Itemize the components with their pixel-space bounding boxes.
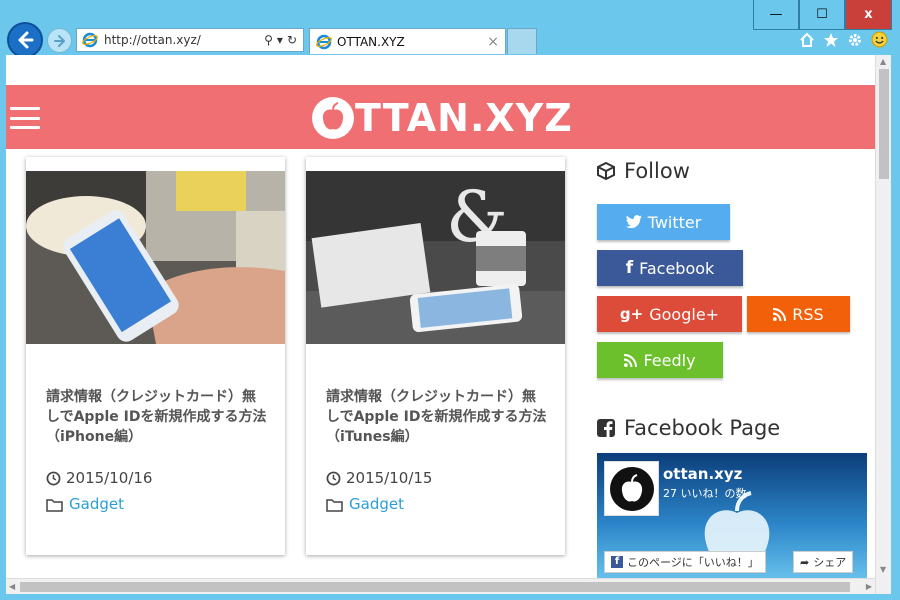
googleplus-button[interactable]: g+ Google+	[597, 296, 742, 332]
cube-icon	[597, 161, 615, 181]
ipad-desk-photo-image: &	[306, 171, 565, 344]
feedly-rss-icon	[624, 353, 638, 367]
apple-logo-icon	[312, 97, 354, 139]
googleplus-label: Google+	[649, 304, 720, 324]
folder-icon	[46, 498, 63, 512]
post-date-text: 2015/10/16	[66, 469, 153, 487]
facebook-page-widget[interactable]: ottan.xyz 27 いいね！の数 f このページに「いいね！」 ➦ シェア	[597, 453, 867, 583]
post-thumbnail-iphone[interactable]	[26, 171, 285, 344]
page-avatar[interactable]	[604, 461, 659, 516]
scroll-left-icon[interactable]: ◀	[9, 582, 15, 591]
post-title[interactable]: 請求情報（クレジットカード）無しでApple IDを新規作成する方法（iTune…	[326, 387, 548, 447]
clock-icon	[46, 471, 61, 485]
rss-button[interactable]: RSS	[747, 296, 850, 332]
facebook-page-heading: Facebook Page	[596, 416, 780, 440]
post-category[interactable]: Gadget	[46, 495, 124, 513]
close-window-button[interactable]: x	[845, 0, 892, 30]
back-arrow-icon	[18, 31, 34, 49]
vertical-scroll-thumb[interactable]	[879, 69, 889, 179]
forward-arrow-icon	[53, 34, 65, 47]
browser-toolbar	[799, 31, 888, 48]
like-page-button[interactable]: f このページに「いいね！」	[604, 551, 766, 573]
horizontal-scroll-thumb[interactable]	[20, 582, 850, 592]
follow-heading-text: Follow	[624, 159, 690, 183]
smiley-icon[interactable]	[871, 31, 888, 48]
gear-icon[interactable]	[847, 32, 863, 48]
page-viewport[interactable]: TTAN.XYZ 請求情報（クレジットカード）無しでApple IDを新規作成す	[6, 55, 891, 594]
scroll-up-icon[interactable]: ▲	[880, 57, 886, 66]
twitter-icon	[625, 215, 642, 229]
post-card[interactable]: 請求情報（クレジットカード）無しでApple IDを新規作成する方法（iPhon…	[26, 157, 285, 555]
follow-heading: Follow	[596, 159, 690, 183]
folder-icon	[326, 498, 343, 512]
tab-ie-icon	[316, 34, 332, 49]
post-category[interactable]: Gadget	[326, 495, 404, 513]
post-date: 2015/10/15	[326, 469, 432, 487]
new-tab-button[interactable]	[507, 28, 537, 54]
facebook-icon: f	[625, 258, 634, 278]
maximize-button[interactable]: ☐	[799, 0, 845, 30]
browser-window: — ☐ x http://ottan.xyz/ ⚲ ▾ ↻ OTTAN.XYZ …	[0, 0, 900, 600]
page-name[interactable]: ottan.xyz	[663, 465, 742, 483]
post-thumbnail-itunes[interactable]: &	[306, 171, 565, 344]
clock-icon	[326, 471, 341, 485]
dropdown-icon[interactable]: ▾	[277, 33, 283, 47]
post-category-link[interactable]: Gadget	[69, 495, 124, 513]
site-header: TTAN.XYZ	[6, 85, 875, 149]
share-icon: ➦	[800, 555, 810, 569]
googleplus-icon: g+	[619, 305, 644, 323]
page-likes: 27 いいね！の数	[663, 487, 747, 500]
back-button[interactable]	[7, 22, 43, 58]
close-icon: x	[864, 7, 873, 22]
url-text[interactable]: http://ottan.xyz/	[104, 33, 264, 47]
post-date-text: 2015/10/15	[346, 469, 433, 487]
refresh-icon[interactable]: ↻	[287, 33, 297, 47]
horizontal-scrollbar[interactable]: ◀ ▶	[6, 578, 875, 594]
search-icon[interactable]: ⚲	[264, 33, 273, 47]
post-date: 2015/10/16	[46, 469, 152, 487]
twitter-label: Twitter	[647, 212, 702, 232]
scroll-down-icon[interactable]: ▼	[880, 565, 886, 574]
tab-close-icon[interactable]: ×	[487, 34, 499, 50]
post-category-link[interactable]: Gadget	[349, 495, 404, 513]
facebook-label: Facebook	[639, 258, 715, 278]
home-icon[interactable]	[799, 32, 815, 48]
facebook-like-icon: f	[611, 556, 623, 568]
facebook-square-icon	[597, 419, 615, 437]
window-controls: — ☐ x	[753, 0, 892, 30]
post-title[interactable]: 請求情報（クレジットカード）無しでApple IDを新規作成する方法（iPhon…	[46, 387, 268, 447]
hamburger-menu-icon[interactable]	[10, 107, 40, 129]
share-label: シェア	[813, 556, 847, 569]
address-bar[interactable]: http://ottan.xyz/ ⚲ ▾ ↻	[76, 28, 304, 52]
tab-title: OTTAN.XYZ	[337, 34, 405, 49]
star-icon[interactable]	[823, 32, 839, 48]
rss-icon	[773, 307, 787, 321]
facebook-button[interactable]: f Facebook	[597, 250, 743, 286]
site-logo[interactable]: TTAN.XYZ	[311, 96, 573, 140]
share-button[interactable]: ➦ シェア	[793, 551, 854, 573]
forward-button[interactable]	[47, 28, 72, 53]
minimize-icon: —	[769, 7, 783, 22]
rss-label: RSS	[792, 304, 824, 324]
scroll-right-icon[interactable]: ▶	[866, 582, 872, 591]
ie-icon	[82, 32, 98, 48]
tab-ottan[interactable]: OTTAN.XYZ ×	[309, 28, 506, 54]
feedly-label: Feedly	[643, 350, 696, 370]
maximize-icon: ☐	[816, 7, 828, 22]
iphone-photo-image	[26, 171, 285, 344]
post-card[interactable]: & 請求情報（クレジットカード）無しでApple IDを新規作成する方法（iTu…	[306, 157, 565, 555]
logo-text: TTAN.XYZ	[355, 96, 573, 140]
twitter-button[interactable]: Twitter	[597, 204, 730, 240]
apple-avatar-icon	[609, 466, 654, 511]
facebook-page-heading-text: Facebook Page	[624, 416, 781, 440]
like-page-label: このページに「いいね！」	[627, 556, 759, 569]
feedly-button[interactable]: Feedly	[597, 342, 723, 378]
minimize-button[interactable]: —	[753, 0, 799, 30]
vertical-scrollbar[interactable]: ▲ ▼	[875, 55, 891, 594]
